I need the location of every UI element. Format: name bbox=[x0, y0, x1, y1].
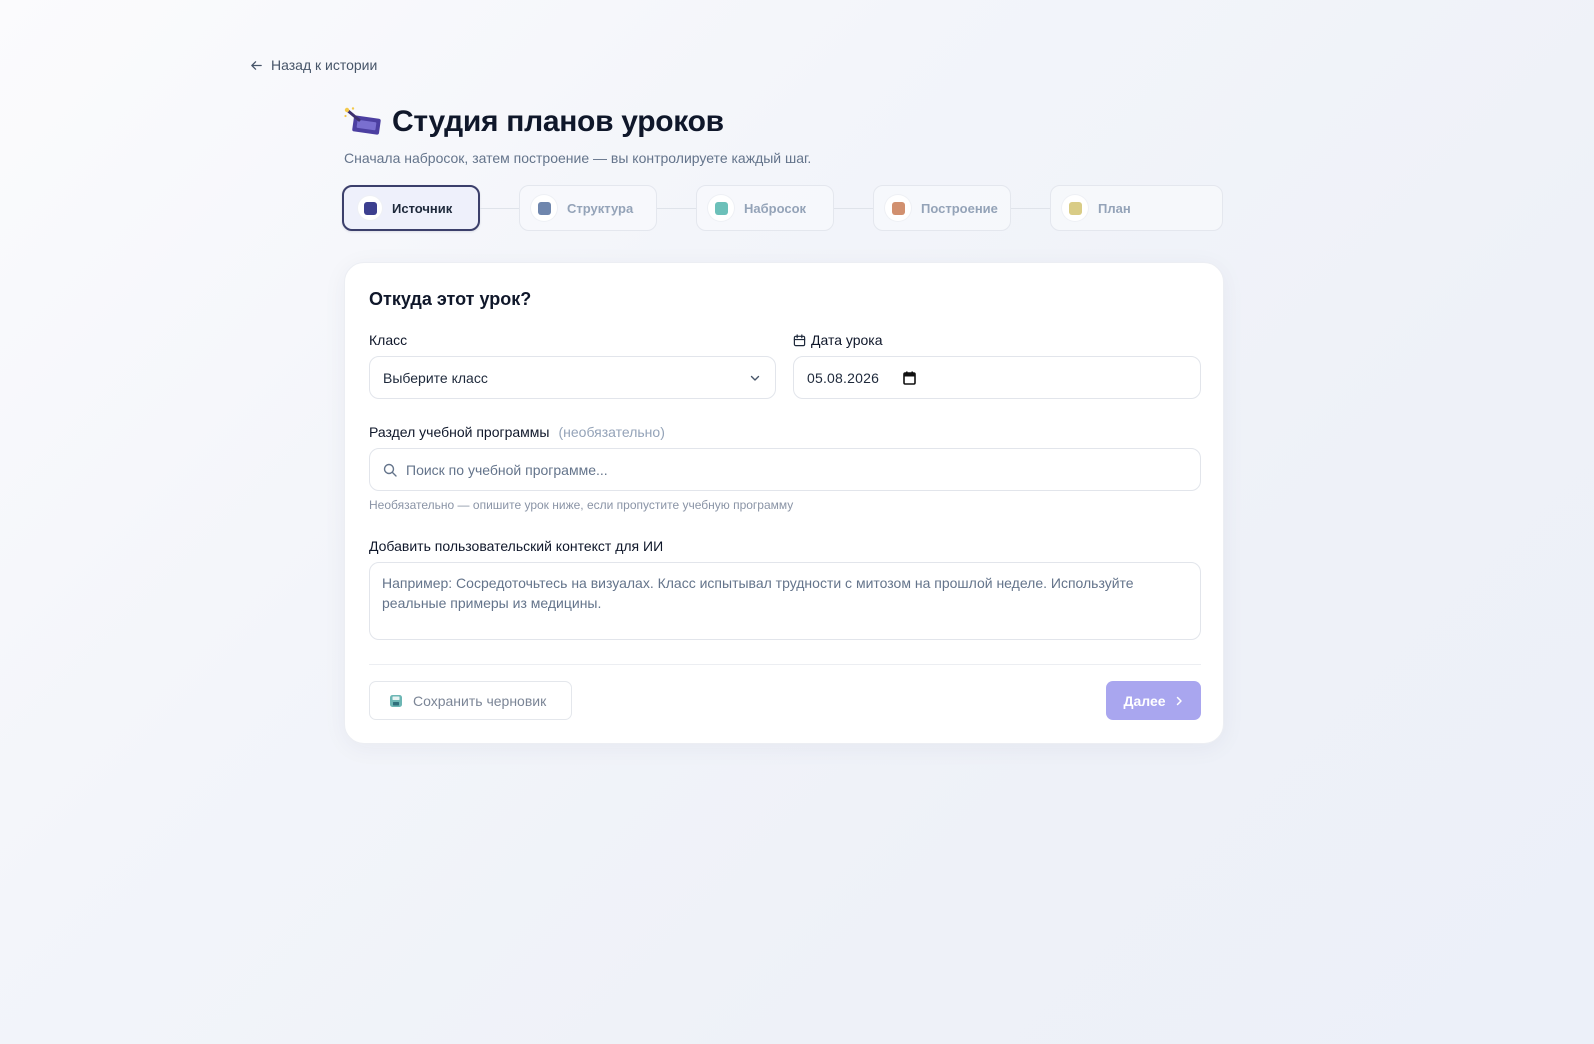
step-label: План bbox=[1098, 200, 1131, 216]
step-source[interactable]: Источник bbox=[342, 185, 480, 231]
step-plan[interactable]: План bbox=[1050, 185, 1223, 231]
plan-icon bbox=[1068, 201, 1082, 215]
title-row: Студия планов уроков bbox=[344, 102, 1224, 142]
step-label: Структура bbox=[567, 200, 634, 216]
chevron-down-icon bbox=[750, 375, 760, 381]
draft-icon bbox=[714, 201, 728, 215]
class-select[interactable]: Выберите класс bbox=[369, 356, 776, 399]
textarea-placeholder: Например: Сосредоточьтесь на визуалах. К… bbox=[382, 575, 1134, 611]
back-to-history-link[interactable]: Назад к истории bbox=[250, 57, 377, 73]
search-placeholder: Поиск по учебной программе... bbox=[406, 461, 608, 478]
class-select-value: Выберите класс bbox=[383, 369, 488, 386]
step-label: Построение bbox=[921, 200, 998, 216]
next-label: Далее bbox=[1123, 692, 1166, 709]
step-structure[interactable]: Структура bbox=[519, 185, 657, 231]
date-label: Дата урока bbox=[793, 332, 883, 348]
structure-icon bbox=[537, 201, 551, 215]
calendar-picker-icon[interactable] bbox=[903, 371, 916, 385]
syllabus-hint: Необязательно — опишите урок ниже, если … bbox=[369, 498, 794, 512]
save-draft-button[interactable]: Сохранить черновик bbox=[369, 681, 572, 720]
syllabus-label: Раздел учебной программы (необязательно) bbox=[369, 424, 665, 440]
class-label: Класс bbox=[369, 332, 408, 348]
progress-stepper: Источник Структура Набросок Построение П… bbox=[342, 185, 1223, 231]
step-label: Набросок bbox=[744, 200, 807, 216]
chevron-right-icon bbox=[1176, 696, 1182, 705]
calendar-icon bbox=[793, 333, 806, 346]
step-draft[interactable]: Набросок bbox=[696, 185, 834, 231]
page-header: Студия планов уроков Сначала набросок, з… bbox=[344, 102, 1224, 166]
form-title: Откуда этот урок? bbox=[369, 289, 532, 309]
page-subtitle: Сначала набросок, затем построение — вы … bbox=[344, 150, 812, 166]
context-label: Добавить пользовательский контекст для И… bbox=[369, 538, 664, 554]
step-connector bbox=[657, 207, 696, 209]
floppy-disk-icon bbox=[390, 694, 402, 707]
optional-note: (необязательно) bbox=[558, 424, 665, 440]
source-icon bbox=[363, 201, 377, 215]
page-title: Студия планов уроков bbox=[392, 105, 724, 138]
build-icon bbox=[891, 201, 905, 215]
syllabus-search-input[interactable]: Поиск по учебной программе... bbox=[369, 448, 1201, 491]
date-input[interactable]: 05.08.2026 bbox=[793, 356, 1201, 399]
back-link-label: Назад к истории bbox=[271, 57, 378, 73]
magic-wand-icon bbox=[344, 107, 381, 135]
step-build[interactable]: Построение bbox=[873, 185, 1011, 231]
next-button[interactable]: Далее bbox=[1106, 681, 1201, 720]
source-form-card: Откуда этот урок? Класс Выберите класс Д… bbox=[344, 262, 1224, 744]
arrow-left-icon bbox=[251, 60, 262, 70]
step-connector bbox=[480, 207, 519, 209]
ai-context-textarea[interactable]: Например: Сосредоточьтесь на визуалах. К… bbox=[369, 562, 1201, 640]
date-value: 05.08.2026 bbox=[807, 369, 880, 386]
divider bbox=[369, 664, 1201, 665]
step-connector bbox=[834, 207, 873, 209]
save-draft-label: Сохранить черновик bbox=[413, 692, 547, 709]
search-icon bbox=[383, 463, 397, 477]
step-label: Источник bbox=[392, 200, 453, 216]
step-connector bbox=[1011, 207, 1050, 209]
